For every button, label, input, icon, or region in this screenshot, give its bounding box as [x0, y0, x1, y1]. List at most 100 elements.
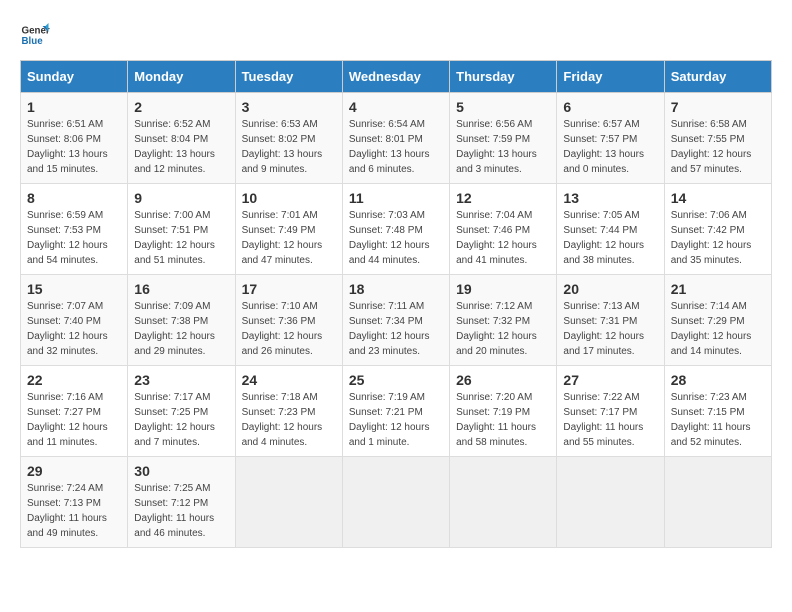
day-cell: 12 Sunrise: 7:04 AM Sunset: 7:46 PM Dayli…	[450, 184, 557, 275]
day-info: Sunrise: 7:12 AM Sunset: 7:32 PM Dayligh…	[456, 299, 550, 359]
day-cell: 23 Sunrise: 7:17 AM Sunset: 7:25 PM Dayli…	[128, 366, 235, 457]
day-number: 21	[671, 281, 765, 297]
day-info: Sunrise: 7:04 AM Sunset: 7:46 PM Dayligh…	[456, 208, 550, 268]
day-number: 19	[456, 281, 550, 297]
day-number: 6	[563, 99, 657, 115]
empty-cell	[235, 457, 342, 548]
day-info: Sunrise: 7:03 AM Sunset: 7:48 PM Dayligh…	[349, 208, 443, 268]
svg-text:Blue: Blue	[22, 36, 44, 47]
day-number: 18	[349, 281, 443, 297]
day-number: 22	[27, 372, 121, 388]
day-info: Sunrise: 7:07 AM Sunset: 7:40 PM Dayligh…	[27, 299, 121, 359]
day-info: Sunrise: 7:22 AM Sunset: 7:17 PM Dayligh…	[563, 390, 657, 450]
day-info: Sunrise: 7:17 AM Sunset: 7:25 PM Dayligh…	[134, 390, 228, 450]
calendar-body: 1 Sunrise: 6:51 AM Sunset: 8:06 PM Daylig…	[21, 93, 772, 548]
day-info: Sunrise: 6:58 AM Sunset: 7:55 PM Dayligh…	[671, 117, 765, 177]
col-tuesday: Tuesday	[235, 61, 342, 93]
day-number: 12	[456, 190, 550, 206]
day-cell: 6Sunrise: 6:57 AM Sunset: 7:57 PM Daylig…	[557, 93, 664, 184]
day-info: Sunrise: 7:14 AM Sunset: 7:29 PM Dayligh…	[671, 299, 765, 359]
col-saturday: Saturday	[664, 61, 771, 93]
calendar-table: Sunday Monday Tuesday Wednesday Thursday…	[20, 60, 772, 548]
day-cell: 14Sunrise: 7:06 AM Sunset: 7:42 PM Dayli…	[664, 184, 771, 275]
day-info: Sunrise: 7:11 AM Sunset: 7:34 PM Dayligh…	[349, 299, 443, 359]
day-info: Sunrise: 7:25 AM Sunset: 7:12 PM Dayligh…	[134, 481, 228, 541]
day-info: Sunrise: 7:05 AM Sunset: 7:44 PM Dayligh…	[563, 208, 657, 268]
day-cell: 24 Sunrise: 7:18 AM Sunset: 7:23 PM Dayli…	[235, 366, 342, 457]
day-info: Sunrise: 7:16 AM Sunset: 7:27 PM Dayligh…	[27, 390, 121, 450]
day-number: 5	[456, 99, 550, 115]
calendar-row: 8 Sunrise: 6:59 AM Sunset: 7:53 PM Daylig…	[21, 184, 772, 275]
day-cell: 30 Sunrise: 7:25 AM Sunset: 7:12 PM Dayli…	[128, 457, 235, 548]
day-number: 8	[27, 190, 121, 206]
day-cell: 2Sunrise: 6:52 AM Sunset: 8:04 PM Daylig…	[128, 93, 235, 184]
day-number: 4	[349, 99, 443, 115]
day-cell: 11Sunrise: 7:03 AM Sunset: 7:48 PM Dayli…	[342, 184, 449, 275]
day-info: Sunrise: 7:13 AM Sunset: 7:31 PM Dayligh…	[563, 299, 657, 359]
header-row: Sunday Monday Tuesday Wednesday Thursday…	[21, 61, 772, 93]
day-number: 23	[134, 372, 228, 388]
day-number: 10	[242, 190, 336, 206]
calendar-row: 15 Sunrise: 7:07 AM Sunset: 7:40 PM Dayli…	[21, 275, 772, 366]
day-info: Sunrise: 7:24 AM Sunset: 7:13 PM Dayligh…	[27, 481, 121, 541]
day-cell: 15 Sunrise: 7:07 AM Sunset: 7:40 PM Dayli…	[21, 275, 128, 366]
day-cell: 22 Sunrise: 7:16 AM Sunset: 7:27 PM Dayli…	[21, 366, 128, 457]
day-cell: 20 Sunrise: 7:13 AM Sunset: 7:31 PM Dayli…	[557, 275, 664, 366]
day-info: Sunrise: 6:59 AM Sunset: 7:53 PM Dayligh…	[27, 208, 121, 268]
day-number: 16	[134, 281, 228, 297]
day-cell: 8 Sunrise: 6:59 AM Sunset: 7:53 PM Daylig…	[21, 184, 128, 275]
day-cell: 13 Sunrise: 7:05 AM Sunset: 7:44 PM Dayli…	[557, 184, 664, 275]
day-number: 20	[563, 281, 657, 297]
day-number: 29	[27, 463, 121, 479]
day-info: Sunrise: 6:54 AM Sunset: 8:01 PM Dayligh…	[349, 117, 443, 177]
calendar-row: 22 Sunrise: 7:16 AM Sunset: 7:27 PM Dayli…	[21, 366, 772, 457]
day-cell: 1 Sunrise: 6:51 AM Sunset: 8:06 PM Daylig…	[21, 93, 128, 184]
day-cell: 18 Sunrise: 7:11 AM Sunset: 7:34 PM Dayli…	[342, 275, 449, 366]
col-friday: Friday	[557, 61, 664, 93]
calendar-row: 1 Sunrise: 6:51 AM Sunset: 8:06 PM Daylig…	[21, 93, 772, 184]
day-number: 9	[134, 190, 228, 206]
day-cell: 9 Sunrise: 7:00 AM Sunset: 7:51 PM Daylig…	[128, 184, 235, 275]
day-info: Sunrise: 7:00 AM Sunset: 7:51 PM Dayligh…	[134, 208, 228, 268]
day-number: 24	[242, 372, 336, 388]
day-cell: 19 Sunrise: 7:12 AM Sunset: 7:32 PM Dayli…	[450, 275, 557, 366]
day-number: 1	[27, 99, 121, 115]
logo-icon: General Blue	[20, 20, 50, 50]
day-number: 27	[563, 372, 657, 388]
day-cell: 7 Sunrise: 6:58 AM Sunset: 7:55 PM Daylig…	[664, 93, 771, 184]
day-number: 28	[671, 372, 765, 388]
day-cell: 26 Sunrise: 7:20 AM Sunset: 7:19 PM Dayli…	[450, 366, 557, 457]
day-info: Sunrise: 7:18 AM Sunset: 7:23 PM Dayligh…	[242, 390, 336, 450]
empty-cell	[342, 457, 449, 548]
day-cell: 10 Sunrise: 7:01 AM Sunset: 7:49 PM Dayli…	[235, 184, 342, 275]
day-cell: 4 Sunrise: 6:54 AM Sunset: 8:01 PM Daylig…	[342, 93, 449, 184]
empty-cell	[557, 457, 664, 548]
day-info: Sunrise: 6:56 AM Sunset: 7:59 PM Dayligh…	[456, 117, 550, 177]
day-cell: 21 Sunrise: 7:14 AM Sunset: 7:29 PM Dayli…	[664, 275, 771, 366]
day-cell: 28 Sunrise: 7:23 AM Sunset: 7:15 PM Dayli…	[664, 366, 771, 457]
day-number: 25	[349, 372, 443, 388]
day-number: 17	[242, 281, 336, 297]
day-number: 15	[27, 281, 121, 297]
empty-cell	[450, 457, 557, 548]
day-info: Sunrise: 7:01 AM Sunset: 7:49 PM Dayligh…	[242, 208, 336, 268]
col-wednesday: Wednesday	[342, 61, 449, 93]
day-cell: 16Sunrise: 7:09 AM Sunset: 7:38 PM Dayli…	[128, 275, 235, 366]
day-cell: 5 Sunrise: 6:56 AM Sunset: 7:59 PM Daylig…	[450, 93, 557, 184]
day-number: 13	[563, 190, 657, 206]
logo: General Blue	[20, 20, 50, 50]
col-thursday: Thursday	[450, 61, 557, 93]
day-number: 26	[456, 372, 550, 388]
day-info: Sunrise: 7:23 AM Sunset: 7:15 PM Dayligh…	[671, 390, 765, 450]
day-number: 30	[134, 463, 228, 479]
col-monday: Monday	[128, 61, 235, 93]
day-number: 3	[242, 99, 336, 115]
day-cell: 29 Sunrise: 7:24 AM Sunset: 7:13 PM Dayli…	[21, 457, 128, 548]
day-cell: 27 Sunrise: 7:22 AM Sunset: 7:17 PM Dayli…	[557, 366, 664, 457]
day-info: Sunrise: 6:51 AM Sunset: 8:06 PM Dayligh…	[27, 117, 121, 177]
day-number: 7	[671, 99, 765, 115]
day-info: Sunrise: 7:10 AM Sunset: 7:36 PM Dayligh…	[242, 299, 336, 359]
day-number: 14	[671, 190, 765, 206]
day-info: Sunrise: 7:20 AM Sunset: 7:19 PM Dayligh…	[456, 390, 550, 450]
day-cell: 25Sunrise: 7:19 AM Sunset: 7:21 PM Dayli…	[342, 366, 449, 457]
